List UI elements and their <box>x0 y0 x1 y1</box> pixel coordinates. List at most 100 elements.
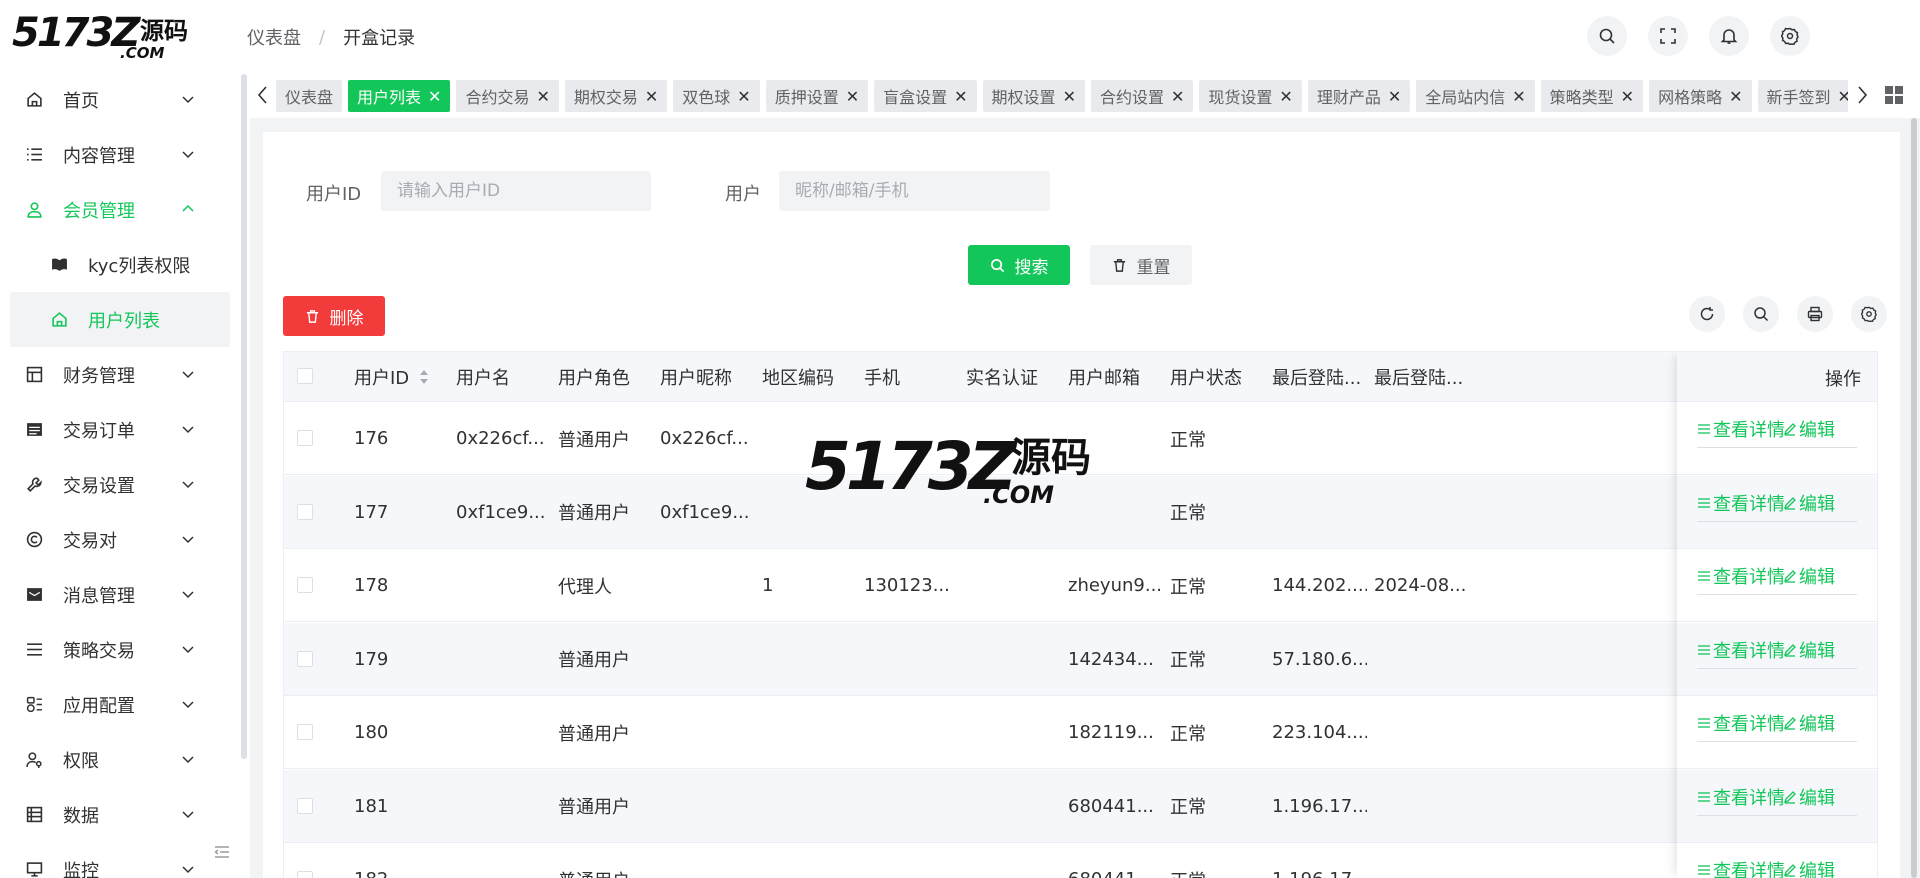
column-settings-button[interactable] <box>1851 296 1887 332</box>
table-cell <box>660 623 755 696</box>
close-icon[interactable]: ✕ <box>645 87 658 106</box>
close-icon[interactable]: ✕ <box>846 87 859 106</box>
row-checkbox[interactable] <box>297 503 313 520</box>
home-icon <box>26 92 42 107</box>
close-icon[interactable]: ✕ <box>1279 87 1292 106</box>
print-button[interactable] <box>1797 296 1833 332</box>
table-row[interactable]: 181 普通用户 680441... 正常 1.196.17... <box>284 769 1877 843</box>
close-icon[interactable]: ✕ <box>1621 87 1634 106</box>
tabs-prev-icon[interactable] <box>256 84 270 106</box>
sidebar-item-user-list[interactable]: 用户列表 <box>10 292 230 347</box>
table-row[interactable]: 178 代理人 1 130123... zheyun9... 正常 144.202.... 2… <box>284 549 1877 622</box>
sidebar-item-orders[interactable]: 交易订单 <box>0 402 240 457</box>
edit-link[interactable]: 编辑 <box>1783 563 1835 589</box>
view-details-link[interactable]: 查看详情 <box>1697 710 1785 736</box>
column-header[interactable]: 用户ID <box>354 352 449 402</box>
tab-item[interactable]: 策略类型 ✕ <box>1540 80 1644 112</box>
tab-item[interactable]: 质押设置 ✕ <box>765 80 869 112</box>
table-cell <box>1374 623 1469 696</box>
row-checkbox[interactable] <box>297 871 313 878</box>
row-checkbox[interactable] <box>297 650 313 667</box>
sidebar-item-trade-settings[interactable]: 交易设置 <box>0 457 240 512</box>
view-details-link[interactable]: 查看详情 <box>1697 416 1785 442</box>
tab-item[interactable]: 合约设置 ✕ <box>1090 80 1194 112</box>
tab-item[interactable]: 全局站内信 ✕ <box>1416 80 1535 112</box>
close-icon[interactable]: ✕ <box>1838 87 1848 106</box>
edit-link[interactable]: 编辑 <box>1783 710 1835 736</box>
close-icon[interactable]: ✕ <box>1388 87 1401 106</box>
main-scrollbar[interactable] <box>1910 118 1918 878</box>
notification-button[interactable] <box>1709 16 1749 56</box>
tab-item[interactable]: 现货设置 ✕ <box>1199 80 1302 112</box>
edit-link[interactable]: 编辑 <box>1783 857 1835 878</box>
sidebar-item-strategy[interactable]: 策略交易 <box>0 622 240 677</box>
tab-item[interactable]: 网格策略 ✕ <box>1649 80 1752 112</box>
edit-link[interactable]: 编辑 <box>1783 637 1835 663</box>
table-row[interactable]: 180 普通用户 182119... 正常 223.104.... <box>284 696 1877 769</box>
sidebar-item-messages[interactable]: 消息管理 <box>0 567 240 622</box>
sidebar-item-members[interactable]: 会员管理 <box>0 182 240 237</box>
user-input[interactable] <box>779 171 1050 211</box>
settings-button[interactable] <box>1770 16 1810 56</box>
table-row[interactable]: 176 0x226cf... 普通用户 0x226cf... 正常 <box>284 402 1877 475</box>
table-search-button[interactable] <box>1743 296 1779 332</box>
close-icon[interactable]: ✕ <box>1729 87 1742 106</box>
row-checkbox[interactable] <box>297 797 313 814</box>
sidebar-item-app-config[interactable]: 应用配置 <box>0 677 240 732</box>
main-scrollbar-thumb[interactable] <box>1911 118 1917 878</box>
tabs-menu-icon[interactable] <box>1884 85 1904 105</box>
refresh-button[interactable] <box>1689 296 1725 332</box>
select-all-checkbox[interactable] <box>297 368 313 384</box>
sidebar-scrollbar[interactable] <box>241 74 247 759</box>
sidebar-item-home[interactable]: 首页 <box>0 72 240 127</box>
user-id-input[interactable] <box>381 171 651 211</box>
sort-icon[interactable] <box>419 369 429 385</box>
row-checkbox[interactable] <box>297 577 313 593</box>
close-icon[interactable]: ✕ <box>1063 87 1076 106</box>
sidebar-item-label: 数据 <box>63 805 99 827</box>
breadcrumb-item[interactable]: 仪表盘 <box>247 24 301 50</box>
edit-link[interactable]: 编辑 <box>1783 416 1835 442</box>
row-checkbox[interactable] <box>297 724 313 740</box>
close-icon[interactable]: ✕ <box>954 87 967 106</box>
sidebar-item-kyc[interactable]: kyc列表权限 <box>0 237 240 292</box>
tabs-next-icon[interactable] <box>1855 84 1869 106</box>
sidebar-item-permissions[interactable]: 权限 <box>0 732 240 787</box>
sidebar-item-monitor[interactable]: 监控 <box>0 842 240 878</box>
header-search-button[interactable] <box>1587 16 1627 56</box>
close-icon[interactable]: ✕ <box>1512 87 1525 106</box>
close-icon[interactable]: ✕ <box>737 87 750 106</box>
reset-button[interactable]: 重置 <box>1090 245 1192 285</box>
tab-item[interactable]: 新手签到 ✕ <box>1757 80 1848 112</box>
view-details-link[interactable]: 查看详情 <box>1697 637 1785 663</box>
tab-item[interactable]: 仪表盘 <box>276 80 343 112</box>
delete-button[interactable]: 删除 <box>283 296 385 336</box>
tab-item[interactable]: 双色球 ✕ <box>673 80 760 112</box>
search-button[interactable]: 搜索 <box>968 245 1070 285</box>
view-details-link[interactable]: 查看详情 <box>1697 857 1785 878</box>
view-details-link[interactable]: 查看详情 <box>1697 784 1785 810</box>
sidebar-item-data[interactable]: 数据 <box>0 787 240 842</box>
close-icon[interactable]: ✕ <box>1171 87 1184 106</box>
close-icon[interactable]: ✕ <box>428 87 441 106</box>
tab-item[interactable]: 盲盒设置 ✕ <box>874 80 977 112</box>
view-details-link[interactable]: 查看详情 <box>1697 490 1785 516</box>
tab-item[interactable]: 用户列表 ✕ <box>348 80 451 112</box>
sidebar-item-finance[interactable]: 财务管理 <box>0 347 240 402</box>
collapse-sidebar-icon[interactable] <box>212 842 232 862</box>
table-row[interactable]: 179 普通用户 142434... 正常 57.180.6... <box>284 622 1877 696</box>
tab-item[interactable]: 期权设置 ✕ <box>982 80 1085 112</box>
view-details-link[interactable]: 查看详情 <box>1697 563 1785 589</box>
table-row[interactable]: 182 普通用户 680441...正常1.196.17... <box>284 843 1877 878</box>
sidebar-item-pairs[interactable]: 交易对 <box>0 512 240 567</box>
fullscreen-button[interactable] <box>1648 16 1688 56</box>
edit-link[interactable]: 编辑 <box>1783 784 1835 810</box>
close-icon[interactable]: ✕ <box>536 87 549 106</box>
sidebar-item-content[interactable]: 内容管理 <box>0 127 240 182</box>
tab-item[interactable]: 理财产品 ✕ <box>1307 80 1411 112</box>
table-row[interactable]: 177 0xf1ce9... 普通用户 0xf1ce9... 正常 <box>284 475 1877 549</box>
edit-link[interactable]: 编辑 <box>1783 490 1835 516</box>
row-checkbox[interactable] <box>297 430 313 446</box>
tab-item[interactable]: 期权交易 ✕ <box>564 80 668 112</box>
tab-item[interactable]: 合约交易 ✕ <box>456 80 559 112</box>
